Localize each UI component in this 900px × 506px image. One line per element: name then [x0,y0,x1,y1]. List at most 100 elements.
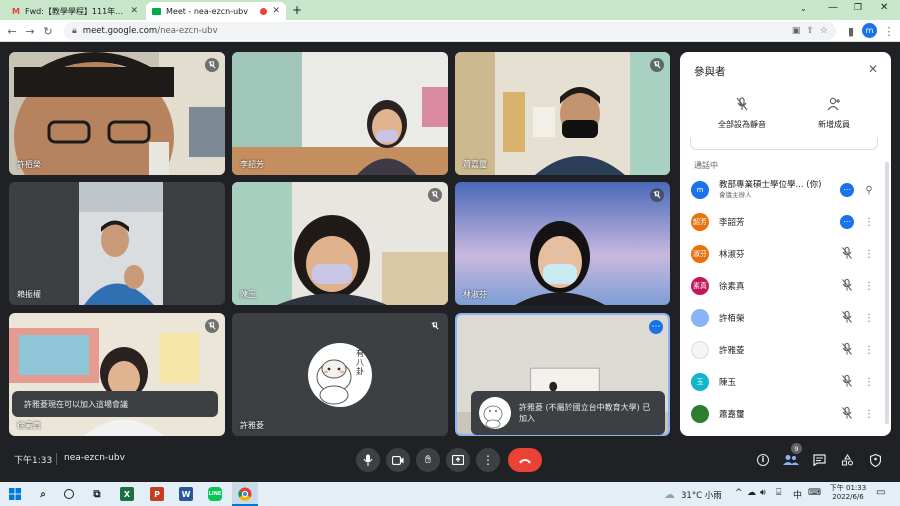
video-tile[interactable]: 賴振權 [9,182,225,305]
share-icon[interactable]: ⇪ [806,26,814,36]
participant-row[interactable]: 玉 陳玉 ⋮ [680,366,880,398]
line-icon[interactable]: LINE [208,487,222,501]
mic-button[interactable] [356,448,380,472]
mic-off-icon[interactable] [836,310,858,326]
panel-scrollbar[interactable] [885,162,889,424]
participant-row[interactable]: 淑芬 林淑芬 ⋮ [680,238,880,270]
notifications-icon[interactable]: ▭ [876,487,885,498]
participant-avatar: 韶芳 [691,213,709,231]
people-icon [783,455,799,465]
restore-icon[interactable]: ❐ [854,3,862,13]
participant-row[interactable]: 韶芳 李韶芳 ⋯ ⋮ [680,206,880,238]
video-tile[interactable]: 李韶芳 [232,52,448,175]
more-options-icon[interactable]: ⋮ [858,249,880,260]
camera-button[interactable] [386,448,410,472]
cortana-icon[interactable] [62,487,76,501]
task-view-icon[interactable]: ⧉ [90,487,104,501]
participant-name: 林淑芬 [463,290,487,299]
search-icon[interactable]: ⌕ [36,487,50,501]
forward-icon[interactable]: → [22,23,38,39]
speaking-icon: ⋯ [836,215,858,229]
search-field[interactable] [690,138,878,150]
video-tile[interactable]: 許栢榮 [9,52,225,175]
windows-start-icon[interactable] [8,487,22,501]
mic-off-icon[interactable] [836,278,858,294]
more-menu-icon[interactable]: ⋮ [881,23,897,39]
url-field[interactable]: 🔒︎ meet.google.com/nea-ezcn-ubv ▣ ⇪ ☆ [64,22,836,40]
activities-icon [841,454,853,466]
meeting-code: nea-ezcn-ubv [64,453,125,463]
more-options-icon[interactable]: ⋮ [858,281,880,292]
tray-chevron-icon[interactable]: ^ [735,488,743,498]
participant-row[interactable]: 素真 徐素真 ⋮ [680,270,880,302]
window-close-icon[interactable]: ✕ [880,2,888,13]
more-options-icon[interactable]: ⋮ [858,409,880,420]
host-controls-button[interactable] [864,450,886,470]
video-tile[interactable]: 陳玉 [232,182,448,305]
video-tile[interactable]: 徐素真 [9,313,225,436]
participant-name: 蕭嘉璽 [463,160,487,169]
participant-row[interactable]: 許栢榮 ⋮ [680,302,880,334]
chat-button[interactable] [808,450,830,470]
close-icon[interactable]: ✕ [130,6,138,16]
participant-name: 許雅菱 [719,346,745,356]
video-tile[interactable]: 林淑芬 [455,182,670,305]
excel-icon[interactable]: X [120,487,134,501]
more-options-button[interactable]: ⋮ [476,448,500,472]
joined-toast: 許雅菱 (不屬於國立台中教育大學) 已加入 [471,391,665,435]
more-options-icon[interactable]: ⋯ [649,320,663,334]
minimize-icon[interactable]: — [828,2,838,13]
bookmark-star-icon[interactable]: ☆ [820,26,828,36]
tab-gmail[interactable]: M Fwd:【教學學程】111年6月6日... ✕ [6,2,144,20]
more-options-icon[interactable]: ⋮ [858,217,880,228]
mic-off-icon [428,188,442,202]
video-tile[interactable]: 蕭嘉璽 [455,52,670,175]
mic-off-icon[interactable] [836,374,858,390]
toast-avatar [479,397,511,429]
more-options-icon[interactable]: ⋮ [858,313,880,324]
ime-mode-icon[interactable]: ⌨ [808,488,821,498]
tab-meet[interactable]: Meet - nea-ezcn-ubv ✕ [146,2,286,20]
word-icon[interactable]: W [179,487,193,501]
clock[interactable]: 下午 01:33 2022/6/6 [828,484,868,502]
network-icon[interactable]: ⌸ [776,488,781,498]
end-call-button[interactable] [508,448,542,472]
close-panel-icon[interactable]: ✕ [868,62,878,76]
onedrive-icon[interactable]: ☁ [747,488,756,498]
weather-text[interactable]: 31°C 小雨 [681,489,722,501]
volume-icon[interactable]: 🔊︎ [760,488,766,498]
participant-row[interactable]: 許雅菱 ⋮ [680,334,880,366]
pin-icon[interactable]: ⚲ [858,185,880,196]
close-icon[interactable]: ✕ [272,6,280,16]
cat-sticker-icon [483,405,503,429]
participant-name: 陳玉 [719,378,737,388]
mic-off-icon[interactable] [836,406,858,422]
more-options-icon[interactable]: ⋮ [858,345,880,356]
more-options-icon[interactable]: ⋮ [858,377,880,388]
participant-name: 徐素真 [719,282,745,292]
meeting-details-button[interactable]: i [752,450,774,470]
present-button[interactable] [446,448,470,472]
mic-off-icon[interactable] [836,342,858,358]
activities-button[interactable] [836,450,858,470]
mute-all-label: 全部設為靜音 [718,120,766,129]
chrome-taskbar-button[interactable] [232,482,258,506]
mute-all-button[interactable]: 全部設為靜音 [702,96,782,130]
tab-search-icon[interactable]: ⌄ [800,4,807,13]
side-panel-icon[interactable]: ▮ [843,23,859,39]
video-tile[interactable]: 有八卦 許雅菱 [232,313,448,436]
reload-icon[interactable]: ↻ [40,23,56,39]
add-member-button[interactable]: 新增成員 [794,96,874,130]
ime-indicator[interactable]: 中 [793,488,802,501]
camera-permission-icon[interactable]: ▣ [792,26,801,36]
powerpoint-icon[interactable]: P [150,487,164,501]
participant-row[interactable]: m 教部專業碩士學位學... (你) 會議主辦人 ⋯ ⚲ [680,174,880,206]
back-icon[interactable]: ← [4,23,20,39]
mic-off-icon[interactable] [836,246,858,262]
new-tab-button[interactable]: + [292,3,302,17]
participant-row[interactable]: 蕭嘉璽 ⋮ [680,398,880,430]
participant-name: 許栢榮 [719,314,745,324]
add-person-icon [827,97,840,111]
profile-avatar[interactable]: m [862,23,877,38]
raise-hand-button[interactable]: ✋︎ [416,448,440,472]
